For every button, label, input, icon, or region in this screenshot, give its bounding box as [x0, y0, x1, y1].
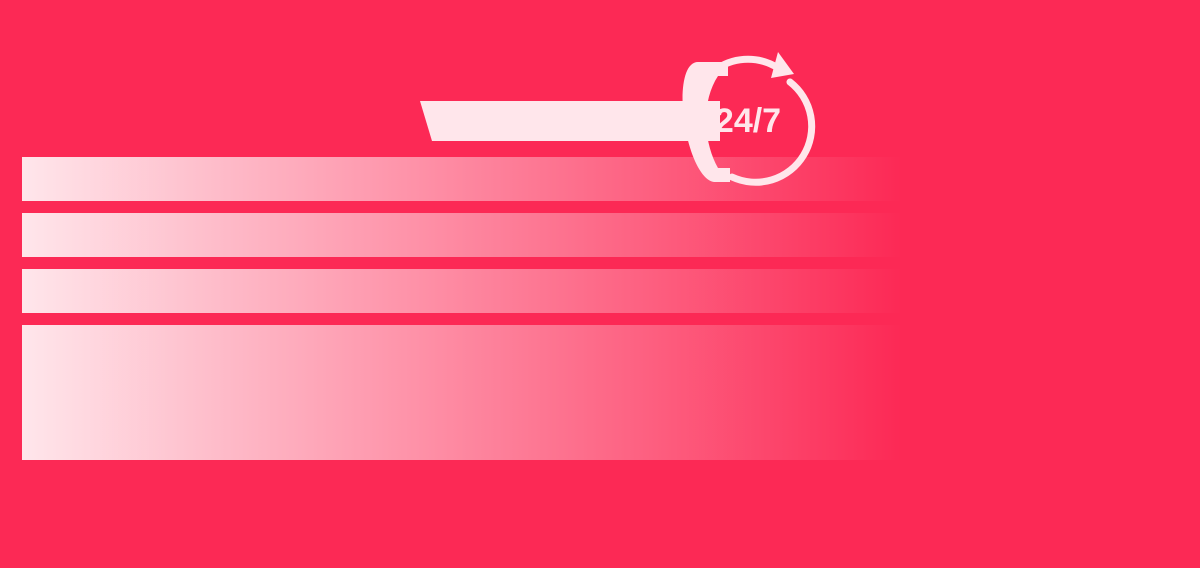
phone-24-7-icon: 24/7	[670, 44, 820, 194]
badge-text: 24/7	[715, 102, 781, 140]
gradient-panel	[22, 325, 902, 460]
banner-background: 24/7	[0, 0, 1200, 568]
gradient-bar-2	[22, 213, 902, 257]
gradient-bar-3	[22, 269, 902, 313]
